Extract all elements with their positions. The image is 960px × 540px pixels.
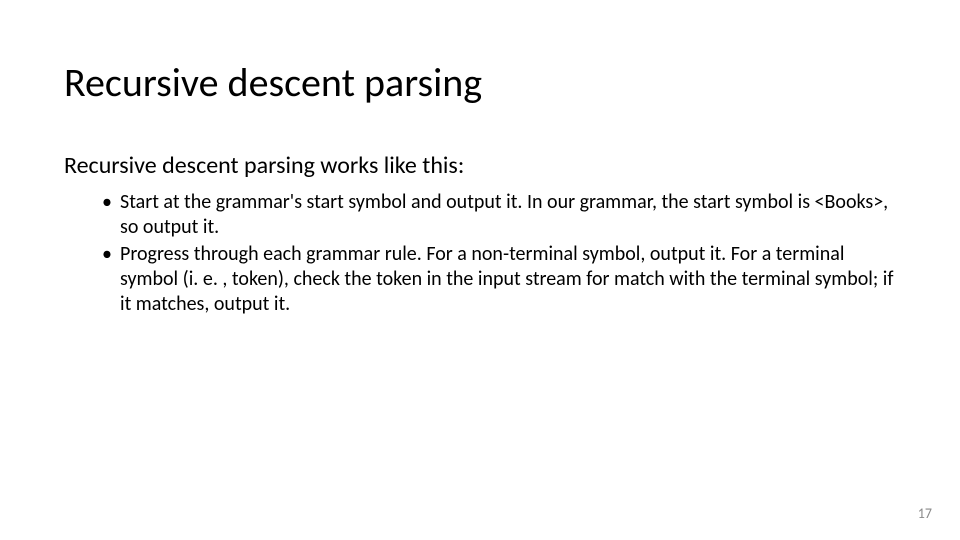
list-item: Progress through each grammar rule. For … [120, 242, 896, 317]
slide: Recursive descent parsing Recursive desc… [0, 0, 960, 540]
slide-title: Recursive descent parsing [64, 58, 896, 107]
page-number: 17 [918, 505, 932, 522]
list-item: Start at the grammar's start symbol and … [120, 190, 896, 240]
intro-text: Recursive descent parsing works like thi… [64, 151, 896, 180]
bullet-list: Start at the grammar's start symbol and … [64, 190, 896, 317]
